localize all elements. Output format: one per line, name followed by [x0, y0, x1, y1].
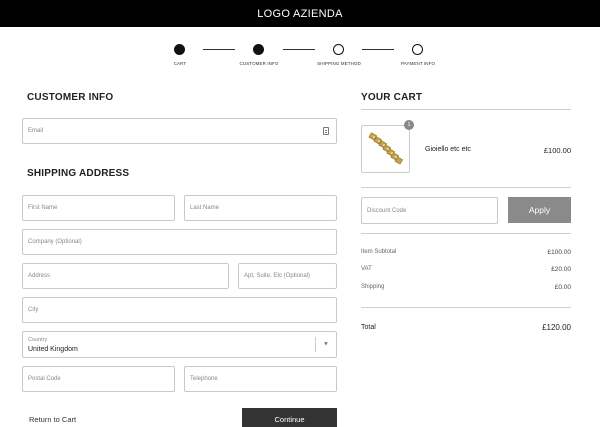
discount-code-placeholder: Discount Code: [367, 207, 407, 214]
step-customer-info-label: CUSTOMER INFO: [239, 61, 279, 66]
divider: [361, 187, 571, 188]
customer-info-title: CUSTOMER INFO: [27, 92, 114, 103]
top-header: LOGO AZIENDA: [0, 0, 600, 27]
first-name-placeholder: First Name: [28, 205, 58, 211]
last-name-field[interactable]: Last Name: [184, 195, 337, 221]
checkout-progress: CART CUSTOMER INFO SHIPPING METHOD PAYME…: [0, 44, 600, 74]
postal-code-placeholder: Postal Code: [28, 376, 61, 382]
apply-discount-button[interactable]: Apply: [508, 197, 571, 223]
telephone-field[interactable]: Telephone: [184, 366, 337, 392]
return-to-cart-link[interactable]: Return to Cart: [29, 415, 76, 424]
city-placeholder: City: [28, 307, 39, 313]
step-cart-dot[interactable]: [174, 44, 185, 55]
subtotal-label: Item Subtotal: [361, 249, 397, 255]
shipping-cost-value: £0.00: [554, 284, 571, 291]
divider: [361, 233, 571, 234]
quantity-badge: 1: [404, 120, 414, 130]
first-name-field[interactable]: First Name: [22, 195, 175, 221]
subtotal-value: £100.00: [547, 249, 572, 256]
step-payment-info-label: PAYMENT INFO: [400, 61, 436, 66]
total-value: £120.00: [542, 323, 571, 332]
apt-suite-field[interactable]: Apt, Suite, Etc (Optional): [238, 263, 337, 289]
company-placeholder: Company (Optional): [28, 239, 82, 245]
apt-suite-placeholder: Apt, Suite, Etc (Optional): [244, 273, 311, 279]
telephone-placeholder: Telephone: [190, 376, 218, 382]
last-name-placeholder: Last Name: [190, 205, 220, 211]
email-placeholder: Email: [28, 128, 44, 134]
shipping-cost-label: Shipping: [361, 284, 385, 290]
your-cart-title: YOUR CART: [361, 92, 423, 103]
total-label: Total: [361, 324, 376, 331]
discount-code-field[interactable]: Discount Code: [361, 197, 498, 224]
step-shipping-method-label: SHIPPING METHOD: [317, 61, 361, 66]
product-price: £100.00: [543, 146, 571, 155]
address-field[interactable]: Address: [22, 263, 229, 289]
step-customer-info-dot: [253, 44, 264, 55]
contact-card-icon: [323, 127, 329, 135]
divider: [361, 109, 571, 110]
product-image: [361, 125, 410, 173]
address-placeholder: Address: [28, 273, 51, 279]
company-field[interactable]: Company (Optional): [22, 229, 337, 255]
step-connector: [203, 49, 235, 50]
continue-button[interactable]: Continue: [242, 408, 337, 427]
vat-label: VAT: [361, 266, 372, 272]
select-divider: [315, 337, 316, 352]
country-value: United Kingdom: [28, 346, 78, 353]
step-cart-label[interactable]: CART: [174, 61, 187, 66]
company-logo[interactable]: LOGO AZIENDA: [257, 8, 343, 20]
chevron-down-icon[interactable]: ▼: [323, 341, 329, 347]
postal-code-field[interactable]: Postal Code: [22, 366, 175, 392]
shipping-address-title: SHIPPING ADDRESS: [27, 168, 130, 179]
step-connector: [362, 49, 394, 50]
product-name: Gioiello etc etc: [425, 146, 471, 153]
country-label: Country: [28, 337, 48, 343]
country-select[interactable]: Country United Kingdom ▼: [22, 331, 337, 358]
vat-value: £20.00: [551, 266, 571, 273]
email-field[interactable]: Email: [22, 118, 337, 144]
city-field[interactable]: City: [22, 297, 337, 323]
step-shipping-method-dot: [333, 44, 344, 55]
divider: [361, 307, 571, 308]
step-connector: [283, 49, 315, 50]
bracelet-image: [368, 132, 404, 165]
step-payment-info-dot: [412, 44, 423, 55]
